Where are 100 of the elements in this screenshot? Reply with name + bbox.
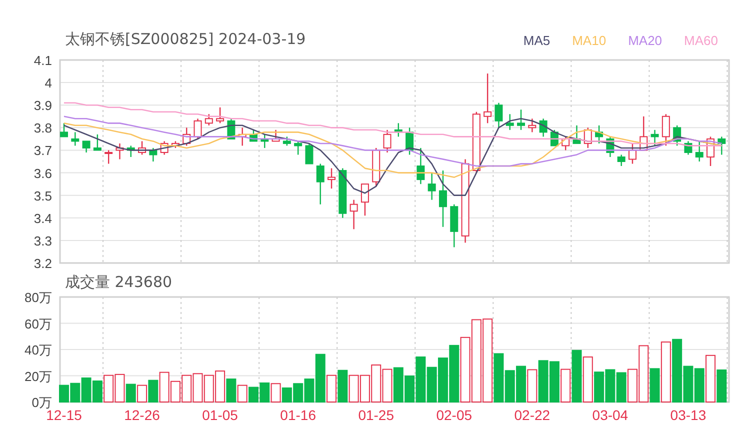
candlestick: [606, 136, 614, 157]
candlestick: [82, 140, 90, 152]
candlestick: [673, 125, 682, 146]
candlestick: [282, 136, 291, 146]
candlestick: [628, 143, 636, 164]
candlestick: [484, 74, 492, 124]
volume-bar: [371, 364, 382, 402]
axis-tick-label: 4: [44, 76, 52, 91]
candlestick: [338, 168, 347, 218]
volume-bar: [460, 336, 470, 402]
axis-tick-label: 3.3: [34, 233, 52, 248]
axis-tick-label: 01-25: [358, 407, 394, 423]
volume-bar: [192, 373, 203, 402]
volume-bar: [438, 358, 448, 402]
volume-bar: [282, 387, 292, 402]
volume-bar: [270, 383, 281, 402]
axis-tick-label: 0万: [32, 395, 52, 410]
volume-bar: [538, 360, 548, 402]
candlestick: [406, 128, 414, 155]
candlestick: [572, 125, 581, 144]
volume-bar: [204, 374, 214, 402]
volume-bar: [148, 380, 158, 402]
candlestick: [71, 132, 80, 146]
candlestick: [472, 112, 480, 173]
candlestick: [450, 204, 458, 248]
candlestick: [328, 168, 336, 189]
candlestick: [204, 114, 213, 126]
candlestick: [360, 183, 369, 216]
axis-tick-label: 20万: [24, 368, 52, 384]
volume-bar: [426, 366, 437, 402]
axis-tick-label: 4.1: [34, 53, 52, 68]
candlestick: [316, 164, 324, 204]
volume-bar: [694, 368, 704, 402]
volume-bar: [449, 344, 460, 402]
axis-tick-label: 3.6: [34, 166, 52, 181]
volume-bar: [226, 378, 236, 402]
axis-tick-label: 3.4: [34, 210, 52, 226]
volume-bar: [549, 361, 560, 402]
candlestick: [428, 172, 436, 200]
volume-bar: [393, 367, 404, 402]
candlestick: [640, 116, 648, 151]
volume-bar: [182, 374, 192, 402]
axis-tick-label: 80万: [24, 290, 52, 305]
candlestick: [272, 130, 280, 142]
volume-bar: [92, 380, 102, 402]
candlestick: [238, 128, 246, 146]
candlestick: [126, 146, 135, 157]
legend-label: MA10: [572, 32, 606, 50]
candlestick: [684, 141, 692, 155]
candlestick: [194, 118, 202, 139]
candlestick: [617, 154, 626, 166]
candlestick: [550, 130, 558, 146]
candlestick: [394, 123, 402, 137]
volume-bar: [159, 372, 170, 402]
volume-bar: [360, 374, 370, 402]
candlestick: [695, 141, 704, 162]
volume-bar: [81, 377, 92, 402]
legend-label: MA60: [684, 32, 718, 50]
volume-bar: [215, 370, 226, 402]
axis-tick-label: 01-05: [202, 407, 238, 423]
candlestick: [439, 170, 447, 227]
candlestick: [116, 143, 124, 160]
legend-label: MA20: [628, 32, 662, 50]
volume-bar: [260, 382, 270, 402]
candlestick: [350, 200, 358, 230]
candlestick: [517, 110, 526, 130]
volume-bar: [616, 372, 626, 402]
candlestick: [250, 130, 258, 142]
candlestick: [718, 136, 726, 155]
candlestick: [182, 128, 191, 146]
axis-tick-label: 3.7: [34, 143, 52, 158]
axis-tick-label: 02-22: [514, 407, 550, 423]
candlestick: [650, 130, 659, 146]
candlestick: [171, 141, 180, 148]
volume-bar: [59, 384, 69, 402]
axis-tick-label: 03-13: [670, 407, 706, 423]
volume-bar: [516, 366, 526, 402]
volume-bar: [248, 386, 258, 402]
candlestick: [506, 114, 514, 130]
axis-tick-label: 60万: [24, 316, 52, 332]
candlestick: [416, 148, 425, 184]
volume-bar: [104, 374, 114, 402]
candlestick: [662, 114, 670, 146]
chart-title: 太钢不锈[SZ000825] 2024-03-19: [65, 28, 306, 50]
candlestick: [539, 118, 548, 137]
volume-bar: [293, 383, 304, 402]
axis-tick-label: 3.8: [34, 120, 52, 136]
candlestick: [104, 150, 113, 164]
volume-bar: [137, 384, 148, 402]
candlestick: [706, 136, 714, 166]
candlestick: [160, 141, 168, 155]
volume-bar: [605, 369, 616, 402]
candlestick: [528, 118, 536, 132]
candlestick: [494, 102, 503, 128]
candlestick: [383, 130, 392, 152]
candlestick: [305, 143, 314, 164]
chart-title: 成交量 243680: [65, 273, 172, 291]
candlestick: [294, 141, 302, 155]
volume-bar: [237, 384, 248, 402]
candlestick: [93, 134, 102, 151]
